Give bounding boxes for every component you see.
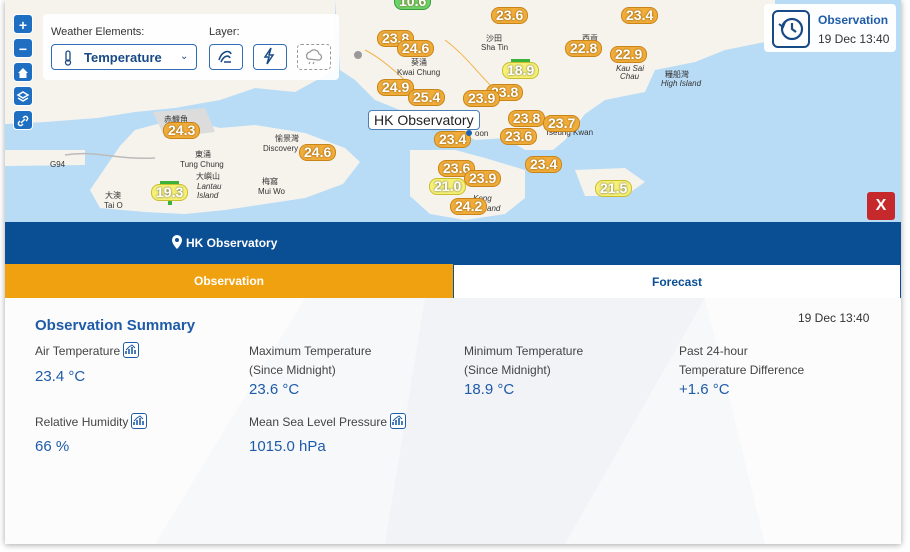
chevron-down-icon: ⌄	[180, 51, 189, 62]
map-place-label: Discovery	[263, 144, 299, 153]
temperature-bubble[interactable]: 23.9	[464, 170, 502, 187]
cloud-rain-icon	[305, 49, 323, 65]
weather-element-value: Temperature	[84, 50, 162, 65]
observation-time-box[interactable]: Observation 19 Dec 13:40	[764, 4, 896, 52]
temperature-bubble[interactable]: 21.0	[429, 178, 467, 195]
layer-wind-button[interactable]	[209, 44, 243, 70]
layers-icon	[16, 91, 30, 102]
layer-lightning-button[interactable]	[253, 44, 287, 70]
link-icon	[17, 115, 29, 127]
map-place-label: Kwai Chung	[397, 68, 441, 77]
temperature-bubble[interactable]: 10.6	[394, 0, 432, 10]
trend-chart-icon[interactable]	[131, 413, 148, 429]
map-place-label: High Island	[661, 79, 702, 88]
temperature-bubble[interactable]: 23.9	[463, 90, 501, 107]
temperature-bubble[interactable]: 24.3	[163, 122, 201, 139]
map-place-label: G94	[50, 160, 66, 169]
temperature-bubble[interactable]: 23.7	[543, 115, 581, 132]
observation-summary-panel: Observation Summary 19 Dec 13:40 Air Tem…	[5, 298, 901, 544]
min-temp-label: Minimum Temperature (Since Midnight)	[464, 344, 584, 377]
hko-callout[interactable]: HK Observatory	[368, 110, 480, 130]
summary-date: 19 Dec 13:40	[798, 311, 870, 325]
map-place-label: 糧船灣	[665, 70, 689, 79]
map-place-label: oon	[475, 129, 489, 138]
layer-cloud-button[interactable]	[297, 44, 331, 70]
temperature-bubble[interactable]: 24.6	[397, 40, 435, 57]
temperature-bubble[interactable]: 23.6	[491, 7, 529, 24]
tab-forecast[interactable]: Forecast	[453, 264, 901, 298]
temperature-bubble[interactable]: 24.6	[299, 144, 337, 161]
zoom-out-button[interactable]: −	[13, 38, 33, 58]
trend-chart-icon[interactable]	[123, 342, 140, 358]
map-place-label: Lantau	[197, 182, 222, 191]
air-temp-value: 23.4 °C	[35, 368, 86, 385]
map-place-label: and	[487, 204, 501, 213]
map-place-label: Tai O	[104, 201, 123, 210]
tab-observation[interactable]: Observation	[5, 264, 453, 298]
map-place-label: Mui Wo	[258, 187, 285, 196]
weather-element-select[interactable]: Temperature ⌄	[51, 44, 197, 70]
temperature-bubble[interactable]: 24.2	[450, 198, 488, 215]
observation-time: 19 Dec 13:40	[818, 32, 890, 46]
temp-diff-value: +1.6 °C	[679, 381, 730, 398]
summary-title: Observation Summary	[35, 317, 196, 334]
wind-icon	[218, 50, 232, 63]
home-button[interactable]	[13, 62, 33, 82]
temperature-bubble[interactable]: 18.9	[502, 59, 540, 79]
temperature-bubble[interactable]: 23.4	[621, 7, 659, 24]
zoom-in-button[interactable]: +	[13, 14, 33, 34]
map-place-label: 大澳	[105, 191, 121, 200]
lightning-icon	[263, 47, 275, 65]
map-place-label: 梅窩	[262, 177, 278, 186]
temperature-bubble[interactable]: 23.6	[500, 128, 538, 145]
pressure-label: Mean Sea Level Pressure	[249, 413, 407, 432]
temperature-bubble[interactable]: 21.5	[595, 180, 633, 197]
weather-map[interactable]: 沙田 Sha Tin 西貢 葵涌 Kwai Chung Kau Sai Chau 糧船灣 Hig…	[5, 0, 901, 222]
map-place-label: 愉景灣	[275, 134, 299, 143]
temperature-bubble[interactable]: 23.4	[525, 156, 563, 173]
thermometer-icon	[64, 50, 72, 66]
home-icon	[18, 68, 28, 78]
hko-marker[interactable]	[466, 130, 472, 136]
min-temp-value: 18.9 °C	[464, 381, 515, 398]
humidity-value: 66 %	[35, 438, 70, 455]
history-clock-icon	[772, 10, 810, 48]
max-temp-label: Maximum Temperature (Since Midnight)	[249, 344, 372, 377]
air-temp-label: Air Temperature	[35, 342, 140, 361]
max-temp-value: 23.6 °C	[249, 381, 300, 398]
temperature-bubble[interactable]: 22.8	[565, 40, 603, 57]
station-bar: HK Observatory	[5, 222, 901, 264]
observation-title: Observation	[818, 13, 889, 27]
map-place-label: Sha Tin	[481, 43, 509, 52]
temperature-bubble[interactable]: 22.9	[610, 46, 648, 63]
app-frame: 沙田 Sha Tin 西貢 葵涌 Kwai Chung Kau Sai Chau 糧船灣 Hig…	[5, 0, 901, 544]
humidity-label: Relative Humidity	[35, 413, 148, 432]
station-name: HK Observatory	[186, 236, 278, 250]
close-button[interactable]: X	[867, 192, 895, 220]
weather-elements-panel: Weather Elements: Layer: Temperature ⌄	[43, 14, 339, 80]
map-place-label: 大嶼山	[196, 172, 220, 181]
map-place-label: 葵涌	[411, 58, 427, 67]
map-place-label: 東涌	[195, 150, 211, 159]
tab-bar: Observation Forecast	[5, 264, 901, 298]
temperature-bubble[interactable]: 19.3	[151, 181, 189, 205]
temperature-bubble[interactable]: 25.4	[408, 89, 446, 106]
temp-diff-label: Past 24-hour Temperature Difference	[679, 344, 805, 377]
trend-chart-icon[interactable]	[390, 413, 407, 429]
temperature-bubble[interactable]: 23.8	[508, 110, 546, 127]
map-place-label: Chau	[620, 72, 640, 81]
map-place-label: Island	[197, 191, 219, 200]
link-button[interactable]	[13, 110, 33, 130]
layer-label: Layer:	[209, 26, 240, 38]
pressure-value: 1015.0 hPa	[249, 438, 326, 455]
weather-elements-label: Weather Elements:	[51, 26, 145, 38]
map-place-label: 沙田	[486, 34, 502, 43]
layers-button[interactable]	[13, 86, 33, 106]
location-pin-icon	[172, 235, 182, 249]
map-place-label: Tung Chung	[180, 160, 224, 169]
